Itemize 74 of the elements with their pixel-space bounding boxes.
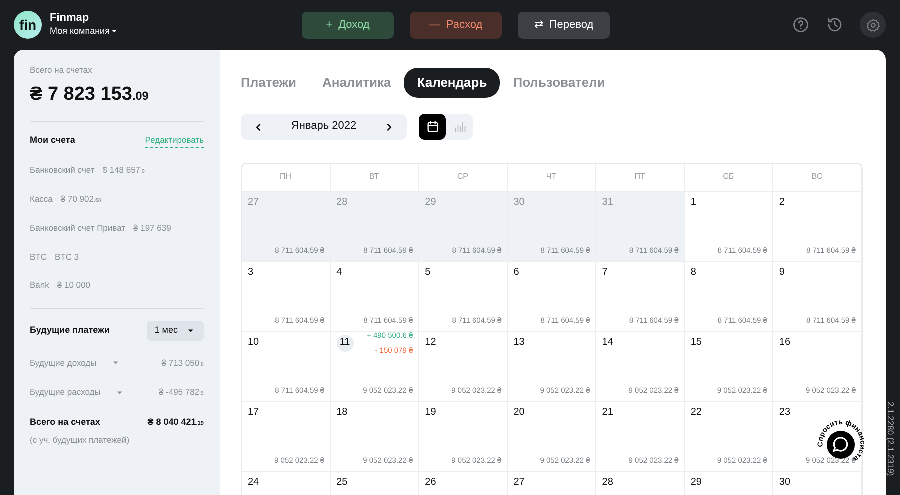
settings-button[interactable]	[860, 12, 886, 38]
day-number: 28	[336, 198, 348, 208]
accounts-title: Мои счета	[30, 134, 76, 148]
day-number: 28	[602, 478, 614, 488]
settings-icon	[866, 18, 880, 32]
day-number: 12	[425, 338, 436, 348]
account-name: Банковский счет	[30, 164, 95, 177]
view-toggle[interactable]	[419, 114, 446, 140]
day-number: 25	[336, 478, 348, 488]
day-number: 27	[514, 478, 525, 488]
account-name: Банковский счет Приват	[30, 222, 126, 235]
day-number: 11	[336, 334, 354, 352]
weekday-header: ВС	[773, 164, 862, 190]
day-number: 1	[690, 198, 696, 208]
future-dropdown[interactable]: Будущие доходы	[30, 356, 121, 370]
day-number: 27	[248, 198, 260, 208]
period-dropdown[interactable]: 1 мес	[146, 321, 204, 341]
day-number: 24	[248, 478, 260, 488]
day-number: 4	[336, 268, 342, 278]
day-number: 30	[514, 198, 525, 208]
day-number: 26	[425, 478, 436, 488]
day-number: 29	[425, 198, 436, 208]
day-number: 15	[690, 338, 702, 348]
day-number: 7	[602, 268, 608, 278]
day-number: 13	[514, 338, 525, 348]
day-number: 18	[336, 408, 348, 418]
month-label: Январь 2022	[291, 119, 357, 134]
weekday-header: СБ	[684, 164, 774, 190]
day-number: 21	[602, 408, 614, 418]
grand-total-label: Всего на счетах	[30, 416, 100, 430]
calendar-icon	[426, 120, 440, 134]
day-number: 22	[690, 408, 702, 418]
account-balance: ₴ 10 000	[57, 279, 90, 292]
day-number: 5	[425, 268, 431, 278]
day-number: 23	[779, 408, 791, 418]
day-number: 31	[602, 198, 614, 208]
account-balance: ₴ 197 639	[134, 222, 172, 235]
future-payments-title: Будущие платежи	[30, 324, 110, 338]
history-icon	[826, 16, 844, 34]
future-dropdown[interactable]: Будущие расходы	[30, 386, 125, 400]
transfer-button[interactable]: ⇄ Перевод	[518, 12, 610, 38]
day-number: 14	[602, 338, 614, 348]
day-number: 8	[690, 268, 696, 278]
day-number: 30	[779, 478, 791, 488]
day-number: 3	[248, 268, 254, 278]
account-balance: BTC 3	[55, 250, 80, 264]
income-button[interactable]: + Доход	[302, 12, 394, 38]
tab[interactable]: Аналитика	[309, 68, 404, 98]
logo: fin	[14, 11, 42, 39]
day-number: 10	[248, 338, 260, 348]
bar-chart-icon	[452, 120, 466, 134]
account-name: BTC	[30, 250, 47, 264]
version-label: 2.1.2280 (2.1.2319)	[884, 402, 897, 476]
day-number: 17	[248, 408, 260, 418]
tab[interactable]: Календарь	[404, 68, 500, 98]
tab[interactable]: Пользователи	[500, 68, 618, 98]
app-name: Finmap	[50, 12, 90, 25]
day-number: 20	[514, 408, 525, 418]
day-number: 2	[779, 198, 785, 208]
total-label: Всего на счетах	[30, 64, 94, 77]
grand-total-note: (с уч. будущих платежей)	[30, 434, 131, 447]
expense-button[interactable]: — Расход	[410, 12, 502, 38]
help-icon	[792, 16, 810, 34]
day-number: 9	[779, 268, 785, 278]
day-number: 29	[690, 478, 702, 488]
day-number: 19	[425, 408, 436, 418]
total-balance: ₴ 7 823 153.09	[30, 82, 150, 107]
edit-link[interactable]: Редактировать	[145, 134, 204, 148]
day-number: 16	[779, 338, 791, 348]
account-name: Bank	[30, 279, 50, 292]
day-number: 6	[514, 268, 520, 278]
account-name: Касса	[30, 192, 53, 206]
company-dropdown[interactable]: Моя компания	[50, 24, 119, 38]
tab[interactable]: Платежи	[228, 68, 310, 98]
